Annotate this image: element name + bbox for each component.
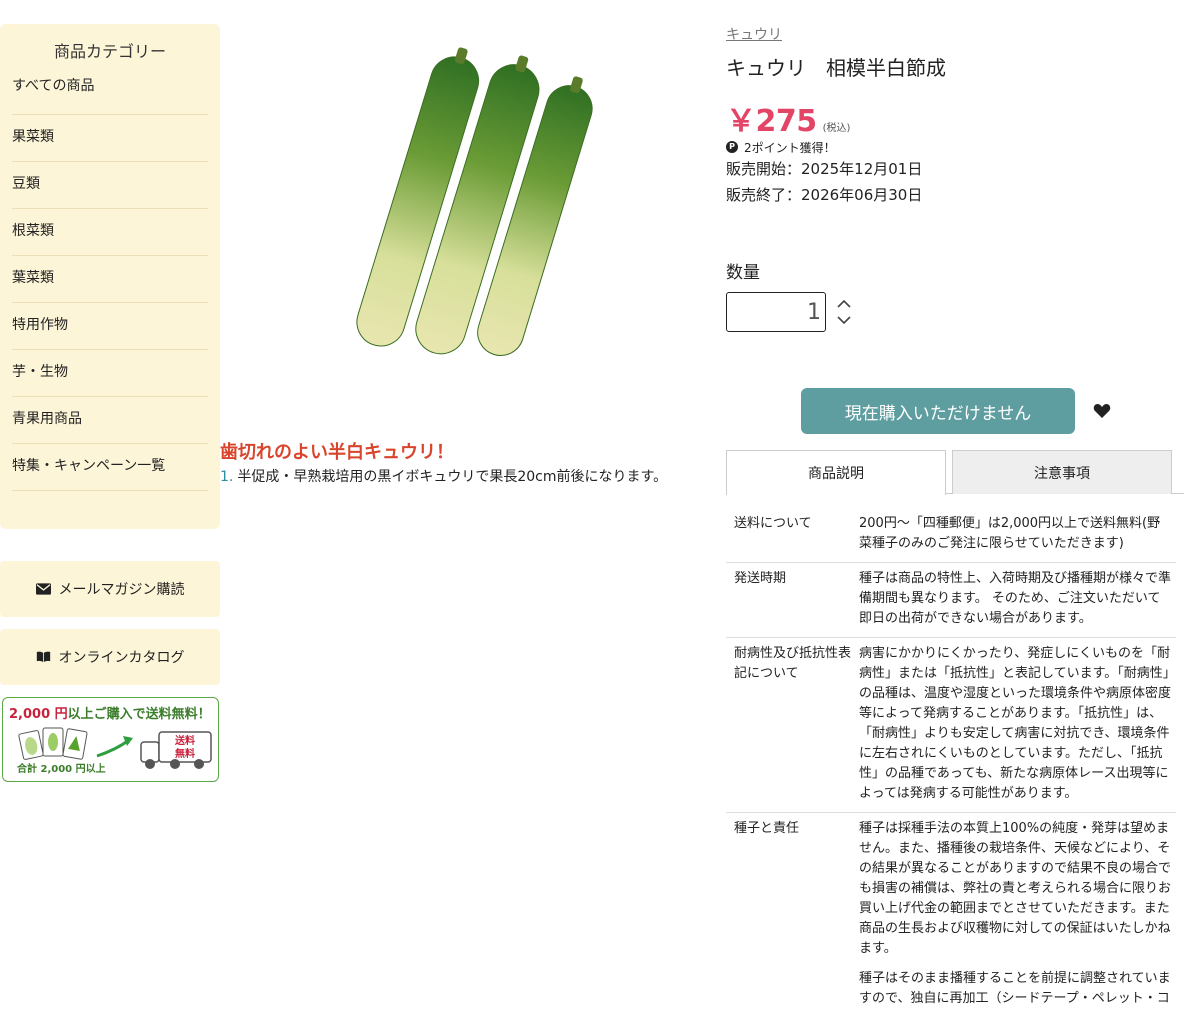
category-item-tubers[interactable]: 芋・生物: [12, 350, 208, 397]
quantity-row: [726, 292, 1184, 332]
mail-magazine-label: メールマガジン購読: [59, 579, 185, 599]
category-item-all[interactable]: すべての商品: [12, 68, 208, 115]
free-shipping-banner[interactable]: 2,000 円以上ご購入で送料無料！ 送料 無料: [2, 697, 219, 782]
chevron-up-icon[interactable]: [836, 299, 852, 309]
online-catalog-button[interactable]: オンラインカタログ: [0, 629, 220, 685]
tax-note: (税込): [823, 119, 851, 134]
points-text: 2ポイント獲得！: [744, 139, 836, 156]
category-item-special-crops[interactable]: 特用作物: [12, 303, 208, 350]
seed-packet-icon: [19, 728, 88, 760]
buy-button[interactable]: 現在購入いただけません: [801, 388, 1075, 434]
category-item-root-vegetables[interactable]: 根菜類: [12, 209, 208, 256]
sale-end: 販売終了：2026年06月30日: [726, 182, 1184, 208]
feature-item: 1.半促成・早熟栽培用の黒イボキュウリで果長20cm前後になります。: [220, 466, 667, 486]
free-shipping-amount: 2,000 円: [9, 707, 68, 722]
product-info-table: 送料について 200円〜「四種郵便」は2,000円以上で送料無料(野菜種子のみの…: [726, 508, 1176, 1027]
book-icon: [36, 650, 51, 664]
online-catalog-label: オンラインカタログ: [59, 647, 185, 667]
feature-text: 半促成・早熟栽培用の黒イボキュウリで果長20cm前後になります。: [237, 469, 667, 485]
product-tabs: 商品説明 注意事項: [726, 450, 1184, 494]
sale-start: 販売開始：2025年12月01日: [726, 156, 1184, 182]
category-item-leaf-vegetables[interactable]: 葉菜類: [12, 256, 208, 303]
product-detail: キュウリ キュウリ 相模半白節成 ￥275 (税込) P 2ポイント獲得！ 販売…: [726, 24, 1184, 1027]
info-value: 病害にかかりにくかったり、発症しにくいものを「耐病性」または「抵抗性」と表記して…: [859, 638, 1176, 813]
free-shipping-text: 以上ご購入で送料無料！: [68, 707, 211, 722]
truck-label-shipping: 送料: [174, 734, 195, 747]
price-row: ￥275 (税込): [726, 96, 1184, 132]
product-title: キュウリ 相模半白節成: [726, 52, 1184, 82]
product-catch-copy: 歯切れのよい半白キュウリ！: [220, 438, 454, 464]
quantity-label: 数量: [726, 258, 1184, 282]
info-key: 耐病性及び抵抗性表記について: [726, 638, 859, 813]
product-image[interactable]: [330, 40, 600, 390]
info-value: 種子は採種手法の本質上100%の純度・発芽は望めません。また、播種後の栽培条件、…: [859, 819, 1172, 959]
envelope-icon: [36, 582, 51, 596]
info-value-continued: 種子はそのまま播種することを前提に調整されていますので、独自に再加工（シードテー…: [859, 969, 1172, 1009]
product-price: ￥275: [726, 96, 817, 140]
purchase-row: 現在購入いただけません: [726, 388, 1184, 434]
feature-number: 1.: [220, 469, 233, 485]
feature-list: 1.半促成・早熟栽培用の黒イボキュウリで果長20cm前後になります。: [220, 466, 667, 486]
table-row: 種子と責任 種子は採種手法の本質上100%の純度・発芽は望めません。また、播種後…: [726, 813, 1176, 1027]
category-item-beans[interactable]: 豆類: [12, 162, 208, 209]
category-title: 商品カテゴリー: [12, 40, 208, 64]
category-item-campaigns[interactable]: 特集・キャンペーン一覧: [12, 444, 208, 491]
category-item-fruit-vegetables[interactable]: 果菜類: [12, 115, 208, 162]
info-value: 200円〜「四種郵便」は2,000円以上で送料無料(野菜種子のみのご発注に限らせ…: [859, 508, 1176, 563]
truck-label-free: 無料: [175, 747, 195, 760]
truck-icon: 送料 無料: [141, 732, 211, 769]
info-key: 送料について: [726, 508, 859, 563]
free-shipping-total-label: 合計 2,000 円以上: [17, 760, 106, 775]
info-key: 種子と責任: [726, 813, 859, 1027]
breadcrumb-category-link[interactable]: キュウリ: [726, 24, 1184, 46]
cucumber-illustration: [330, 40, 600, 390]
table-row: 送料について 200円〜「四種郵便」は2,000円以上で送料無料(野菜種子のみの…: [726, 508, 1176, 563]
info-value: 種子は商品の特性上、入荷時期及び播種期が様々で準備期間も異なります。 そのため、…: [859, 563, 1176, 638]
free-shipping-headline: 2,000 円以上ご購入で送料無料！: [9, 703, 211, 722]
info-key: 発送時期: [726, 563, 859, 638]
info-value-cell: 種子は採種手法の本質上100%の純度・発芽は望めません。また、播種後の栽培条件、…: [859, 813, 1176, 1027]
tab-description[interactable]: 商品説明: [726, 450, 946, 495]
chevron-down-icon[interactable]: [836, 315, 852, 325]
arrow-icon: [97, 736, 133, 756]
sidebar: 商品カテゴリー すべての商品 果菜類 豆類 根菜類 葉菜類 特用作物 芋・生物 …: [0, 24, 220, 782]
tab-notes[interactable]: 注意事項: [952, 450, 1172, 494]
quantity-input[interactable]: [726, 292, 826, 332]
points-icon: P: [726, 141, 738, 153]
table-row: 発送時期 種子は商品の特性上、入荷時期及び播種期が様々で準備期間も異なります。 …: [726, 563, 1176, 638]
table-row: 耐病性及び抵抗性表記について 病害にかかりにくかったり、発症しにくいものを「耐病…: [726, 638, 1176, 813]
category-panel: 商品カテゴリー すべての商品 果菜類 豆類 根菜類 葉菜類 特用作物 芋・生物 …: [0, 24, 220, 529]
mail-magazine-button[interactable]: メールマガジン購読: [0, 561, 220, 617]
category-item-fresh-produce[interactable]: 青果用商品: [12, 397, 208, 444]
category-list: すべての商品 果菜類 豆類 根菜類 葉菜類 特用作物 芋・生物 青果用商品 特集…: [12, 68, 208, 491]
points-row: P 2ポイント獲得！: [726, 138, 1184, 156]
quantity-stepper: [836, 299, 852, 325]
heart-icon[interactable]: [1093, 403, 1111, 419]
